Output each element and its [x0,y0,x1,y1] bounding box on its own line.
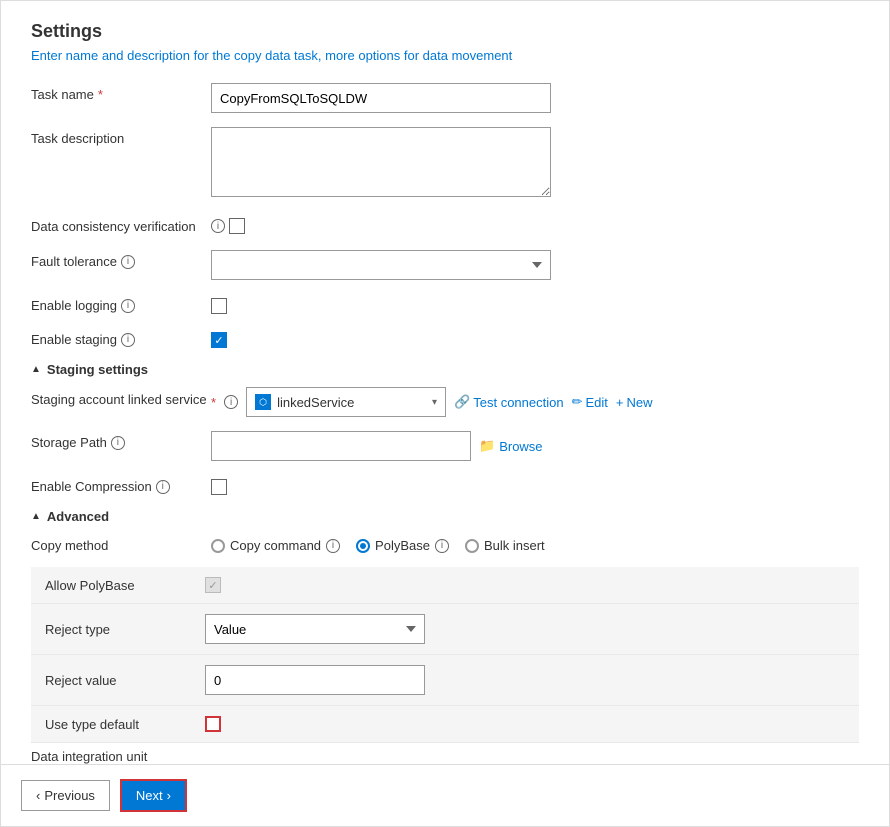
edit-link[interactable]: ✏ Edit [572,394,608,410]
reject-value-control [205,665,845,695]
bulk-insert-option[interactable]: Bulk insert [465,538,545,553]
enable-compression-checkbox[interactable] [211,479,227,495]
main-content: Settings Enter name and description for … [1,1,889,764]
enable-logging-row: Enable logging i [31,294,859,314]
test-connection-icon: 🔗 [454,394,470,410]
fault-tolerance-label: Fault tolerance i [31,250,211,269]
copy-command-radio[interactable] [211,539,225,553]
copy-method-row: Copy method Copy command i PolyBase i Bu… [31,534,859,553]
data-consistency-info-icon[interactable]: i [211,219,225,233]
polybase-info-icon[interactable]: i [435,539,449,553]
linked-service-icon: ⬡ [255,394,271,410]
data-consistency-row: Data consistency verification i [31,214,859,236]
staging-required-star: * [211,395,216,410]
use-type-default-label: Use type default [45,717,205,732]
task-description-input[interactable] [211,127,551,197]
enable-compression-label: Enable Compression i [31,475,211,494]
copy-method-label: Copy method [31,534,211,553]
reject-value-input[interactable] [205,665,425,695]
task-description-label: Task description [31,127,211,146]
folder-icon: 📁 [479,438,495,454]
use-type-default-control [205,716,845,732]
allow-polybase-control [205,577,845,593]
previous-chevron-icon: ‹ [36,788,40,803]
polybase-option[interactable]: PolyBase i [356,538,449,553]
polybase-section: Allow PolyBase Reject type Value Percent… [31,567,859,743]
edit-icon: ✏ [572,394,583,410]
fault-tolerance-row: Fault tolerance i Skip incompatible row … [31,250,859,280]
enable-staging-checkbox[interactable] [211,332,227,348]
task-name-row: Task name * [31,83,859,113]
next-button[interactable]: Next › [120,779,187,812]
storage-path-row: Storage Path i 📁 Browse [31,431,859,461]
storage-path-input[interactable] [211,431,471,461]
advanced-header[interactable]: ▲ Advanced [31,509,859,524]
settings-page: Settings Enter name and description for … [0,0,890,827]
storage-path-control: 📁 Browse [211,431,543,461]
storage-path-label: Storage Path i [31,431,211,450]
staging-collapse-icon: ▲ [31,364,41,375]
fault-tolerance-select[interactable]: Skip incompatible row Fail activity [211,250,551,280]
subtitle-link[interactable]: Enter name and description for the copy … [31,48,859,63]
reject-value-row: Reject value [31,655,859,706]
browse-link[interactable]: 📁 Browse [479,438,543,454]
linked-service-text: linkedService [277,395,354,410]
task-description-row: Task description [31,127,859,200]
required-star: * [98,87,103,102]
data-consistency-control: i [211,214,245,234]
allow-polybase-checkbox[interactable] [205,577,221,593]
reject-type-label: Reject type [45,622,205,637]
enable-logging-control [211,294,227,314]
staging-settings-header[interactable]: ▲ Staging settings [31,362,859,377]
fault-tolerance-control: Skip incompatible row Fail activity [211,250,551,280]
data-consistency-label: Data consistency verification [31,214,211,236]
fault-tolerance-info-icon[interactable]: i [121,255,135,269]
reject-value-label: Reject value [45,673,205,688]
new-link[interactable]: + New [616,395,653,410]
enable-compression-row: Enable Compression i [31,475,859,495]
copy-command-option[interactable]: Copy command i [211,538,340,553]
enable-logging-label: Enable logging i [31,294,211,313]
linked-service-dropdown[interactable]: ⬡ linkedService ▾ [246,387,446,417]
reject-type-control: Value Percentage [205,614,845,644]
enable-staging-label: Enable staging i [31,328,211,347]
test-connection-link[interactable]: 🔗 Test connection [454,394,564,410]
use-type-default-row: Use type default [31,706,859,743]
enable-staging-info-icon[interactable]: i [121,333,135,347]
next-chevron-icon: › [167,788,171,803]
storage-path-info-icon[interactable]: i [111,436,125,450]
reject-type-row: Reject type Value Percentage [31,604,859,655]
use-type-default-checkbox[interactable] [205,716,221,732]
task-name-input[interactable] [211,83,551,113]
bulk-insert-radio[interactable] [465,539,479,553]
page-title: Settings [31,21,859,42]
data-integration-label: Data integration unit [31,749,859,764]
polybase-radio[interactable] [356,539,370,553]
footer: ‹ Previous Next › [1,764,889,826]
previous-button[interactable]: ‹ Previous [21,780,110,811]
task-name-control [211,83,551,113]
copy-command-info-icon[interactable]: i [326,539,340,553]
enable-staging-row: Enable staging i [31,328,859,348]
allow-polybase-row: Allow PolyBase [31,567,859,604]
copy-method-control: Copy command i PolyBase i Bulk insert [211,534,545,553]
reject-type-select[interactable]: Value Percentage [205,614,425,644]
staging-account-label: Staging account linked service [31,387,211,409]
plus-icon: + [616,395,624,410]
enable-compression-info-icon[interactable]: i [156,480,170,494]
staging-account-control: * i ⬡ linkedService ▾ 🔗 Test connection … [211,387,859,417]
task-description-control [211,127,551,200]
task-name-label: Task name * [31,83,211,102]
enable-logging-info-icon[interactable]: i [121,299,135,313]
linked-service-arrow: ▾ [432,397,437,408]
enable-compression-control [211,475,227,495]
enable-logging-checkbox[interactable] [211,298,227,314]
staging-account-info-icon[interactable]: i [224,395,238,409]
allow-polybase-label: Allow PolyBase [45,578,205,593]
data-integration-section: Data integration unit [31,749,859,764]
staging-account-row: Staging account linked service * i ⬡ lin… [31,387,859,417]
enable-staging-control [211,328,227,348]
data-consistency-checkbox[interactable] [229,218,245,234]
advanced-collapse-icon: ▲ [31,511,41,522]
